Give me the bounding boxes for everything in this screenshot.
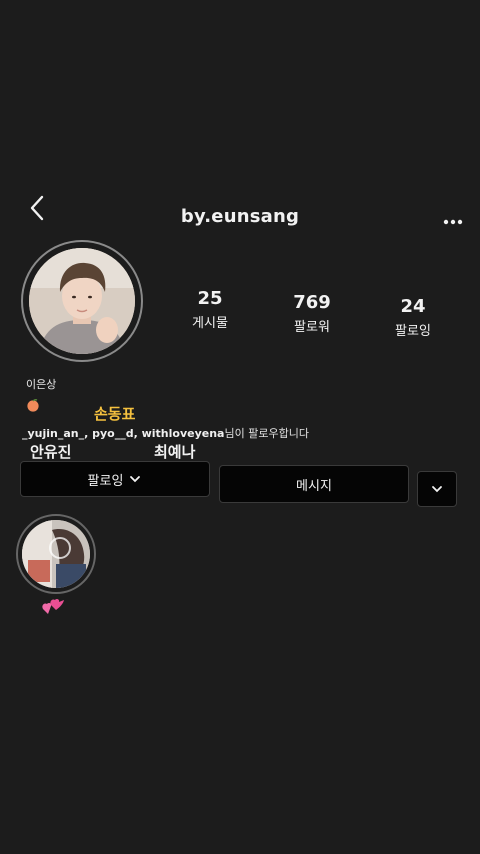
followers-count: 769 [293, 292, 331, 313]
suggestions-dropdown-button[interactable] [417, 471, 457, 507]
peach-emoji-icon [27, 398, 39, 412]
display-name: 이은상 [26, 378, 57, 391]
followed-by-users[interactable]: _yujin_an_, pyo__d, withloveyena [22, 427, 225, 440]
following-button[interactable]: 팔로잉 [20, 461, 210, 497]
chevron-down-icon [130, 476, 141, 483]
following-button-label: 팔로잉 [87, 473, 124, 489]
chevron-down-icon [432, 486, 442, 493]
overlay-label-2: 안유진 [30, 443, 72, 461]
profile-photo-icon [29, 248, 135, 354]
story-highlight[interactable] [22, 520, 90, 588]
following-label: 팔로잉 [395, 324, 431, 339]
avatar[interactable] [29, 248, 135, 354]
followers-label: 팔로워 [294, 320, 330, 335]
followers-stat[interactable]: 769 팔로워 [282, 292, 342, 335]
followed-by-text[interactable]: _yujin_an_, pyo__d, withloveyena님이 팔로우합니… [22, 425, 309, 441]
posts-count: 25 [197, 288, 223, 309]
posts-label: 게시물 [192, 316, 228, 331]
message-button[interactable]: 메시지 [219, 465, 409, 503]
posts-stat[interactable]: 25 게시물 [180, 288, 240, 331]
profile-username-title: by.eunsang [180, 206, 300, 227]
message-button-label: 메시지 [296, 478, 332, 494]
overlay-label-1: 손동표 [94, 405, 136, 423]
two-hearts-emoji-icon [42, 598, 64, 614]
following-stat[interactable]: 24 팔로잉 [383, 296, 443, 339]
following-count: 24 [400, 296, 426, 317]
highlight-cover-icon [22, 520, 90, 588]
overlay-label-3: 최예나 [154, 443, 196, 461]
followed-by-suffix: 님이 팔로우합니다 [224, 427, 309, 440]
more-options-icon[interactable] [440, 214, 466, 228]
